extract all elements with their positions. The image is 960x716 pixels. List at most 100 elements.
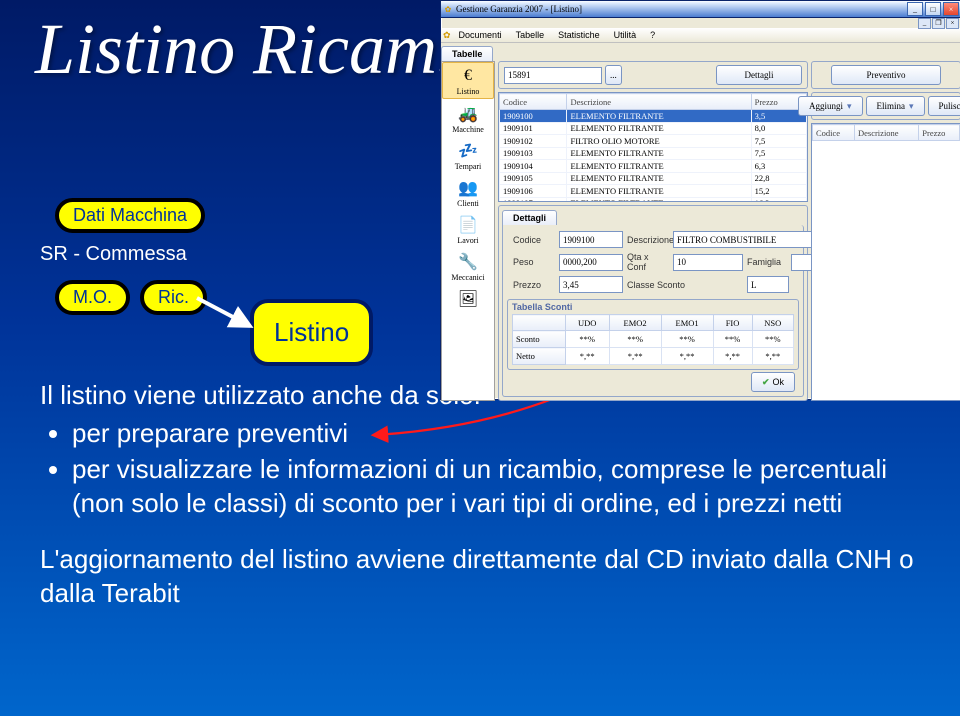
box-listino: Listino	[250, 299, 373, 366]
bullet-2: per visualizzare le informazioni di un r…	[72, 452, 940, 520]
mdi-min-button[interactable]: _	[918, 18, 931, 29]
sconti-rowhdr: Sconto	[513, 331, 566, 348]
sidebar-icon: 📄	[455, 214, 481, 236]
sconti-grid: UDOEMO2EMO1FIONSOSconto**%**%**%**%**%Ne…	[508, 312, 798, 369]
sidebar-label: Macchine	[452, 125, 484, 134]
box-mo: M.O.	[55, 280, 130, 315]
sconti-col: EMO2	[609, 315, 661, 331]
box-dati-macchina: Dati Macchina	[55, 198, 205, 233]
search-input[interactable]	[504, 67, 602, 84]
menu-documenti[interactable]: Documenti	[453, 30, 508, 40]
col-header[interactable]: Descrizione	[854, 125, 918, 141]
preventivo-grid[interactable]: CodiceDescrizionePrezzo	[811, 123, 960, 401]
tabella-sconti-title: Tabella Sconti	[508, 300, 798, 312]
col-header[interactable]: Descrizione	[567, 94, 751, 110]
lab-descr: Descrizione	[627, 235, 669, 245]
check-icon: ✔	[762, 377, 770, 388]
sidebar-icon: 💤	[455, 140, 481, 162]
inp-qta[interactable]	[673, 254, 743, 271]
label-sr-commessa: SR - Commessa	[40, 243, 187, 266]
inp-prezzo[interactable]	[559, 276, 623, 293]
menu-help[interactable]: ?	[644, 30, 661, 40]
sidebar-label: Lavori	[457, 236, 478, 245]
table-row[interactable]: 1909100ELEMENTO FILTRANTE3,5	[500, 110, 807, 123]
bullet-1: per preparare preventivi	[72, 416, 940, 450]
sidebar-icon: €	[455, 65, 481, 87]
titlebar: ✿ Gestione Garanzia 2007 - [Listino] _ □…	[441, 1, 960, 18]
slide-title: Listino Ricambi	[35, 8, 493, 91]
preventivo-button[interactable]: Preventivo	[831, 65, 941, 85]
aggiungi-label: Aggiungi	[809, 101, 843, 111]
minimize-button[interactable]: _	[907, 2, 923, 16]
col-header[interactable]: Prezzo	[919, 125, 960, 141]
lab-prezzo: Prezzo	[513, 280, 555, 290]
inp-classe[interactable]	[747, 276, 789, 293]
sidebar: €Listino🚜Macchine💤Tempari👥Clienti📄Lavori…	[441, 61, 495, 401]
lab-codice: Codice	[513, 235, 555, 245]
menubar: ✿ Documenti Tabelle Statistiche Utilità …	[441, 28, 960, 43]
lab-peso: Peso	[513, 257, 555, 267]
sidebar-item-Listino[interactable]: €Listino	[442, 62, 494, 99]
sidebar-item-Macchine[interactable]: 🚜Macchine	[443, 101, 493, 136]
sidebar-item-Meccanici[interactable]: 🔧Meccanici	[443, 249, 493, 284]
table-row[interactable]: 1909103ELEMENTO FILTRANTE7,5	[500, 147, 807, 160]
app-window: ✿ Gestione Garanzia 2007 - [Listino] _ □…	[440, 0, 960, 400]
sconti-col: NSO	[752, 315, 793, 331]
ok-button[interactable]: ✔Ok	[751, 372, 795, 392]
menu-tabelle[interactable]: Tabelle	[510, 30, 551, 40]
sconti-rowhdr: Netto	[513, 348, 566, 365]
lab-qta: Qta x Conf	[627, 252, 669, 272]
search-expand-button[interactable]: ...	[605, 65, 622, 85]
sconti-col: FIO	[713, 315, 752, 331]
sconti-col	[513, 315, 566, 331]
lab-classe: Classe Sconto	[627, 280, 743, 290]
col-header[interactable]: Codice	[813, 125, 855, 141]
menu-utilita[interactable]: Utilità	[608, 30, 643, 40]
dettagli-button[interactable]: Dettagli	[716, 65, 802, 85]
aggiungi-button[interactable]: Aggiungi▾	[798, 96, 863, 116]
sidebar-label: Listino	[457, 87, 480, 96]
sconti-row: Netto*,***,***,***,***,**	[513, 348, 794, 365]
col-header[interactable]: Codice	[500, 94, 567, 110]
table-row[interactable]: 1909101ELEMENTO FILTRANTE8,0	[500, 122, 807, 135]
bullet-list: per preparare preventivi per visualizzar…	[40, 416, 940, 520]
chevron-down-icon: ▾	[909, 101, 914, 112]
footer-text: L'aggiornamento del listino avviene dire…	[40, 542, 940, 610]
sidebar-label: Tempari	[455, 162, 482, 171]
sidebar-label: Clienti	[457, 199, 479, 208]
sidebar-label: Meccanici	[451, 273, 484, 282]
tab-tabelle[interactable]: Tabelle	[441, 46, 493, 61]
sidebar-icon: 🚜	[455, 103, 481, 125]
menu-statistiche[interactable]: Statistiche	[552, 30, 606, 40]
elimina-label: Elimina	[877, 101, 906, 111]
lab-fam: Famiglia	[747, 257, 787, 267]
sidebar-icon: 👥	[455, 177, 481, 199]
main-grid[interactable]: CodiceDescrizionePrezzo1909100ELEMENTO F…	[498, 92, 808, 202]
maximize-button[interactable]: □	[925, 2, 941, 16]
sidebar-item-Clienti[interactable]: 👥Clienti	[443, 175, 493, 210]
close-button[interactable]: ×	[943, 2, 959, 16]
sidebar-icon: 🖼	[455, 288, 481, 310]
inp-peso[interactable]	[559, 254, 623, 271]
mdi-restore-button[interactable]: ❐	[932, 18, 945, 29]
ok-label: Ok	[772, 377, 784, 387]
sidebar-icon: 🔧	[455, 251, 481, 273]
pulisci-button[interactable]: Pulisci	[928, 96, 960, 116]
elimina-button[interactable]: Elimina▾	[866, 96, 925, 116]
table-row[interactable]: 1909104ELEMENTO FILTRANTE6,3	[500, 160, 807, 173]
mdi-close-button[interactable]: ×	[946, 18, 959, 29]
box-ric: Ric.	[140, 280, 207, 315]
table-row[interactable]: 1909107ELEMENTO FILTRANTE16,3	[500, 197, 807, 202]
sidebar-item-img[interactable]: 🖼	[443, 286, 493, 312]
sconti-col: EMO1	[661, 315, 713, 331]
menu-app-icon: ✿	[443, 30, 451, 41]
app-icon: ✿	[443, 4, 453, 14]
table-row[interactable]: 1909102FILTRO OLIO MOTORE7,5	[500, 135, 807, 148]
tab-dettagli[interactable]: Dettagli	[502, 210, 557, 225]
sidebar-item-Tempari[interactable]: 💤Tempari	[443, 138, 493, 173]
inp-codice[interactable]	[559, 231, 623, 248]
sidebar-item-Lavori[interactable]: 📄Lavori	[443, 212, 493, 247]
table-row[interactable]: 1909106ELEMENTO FILTRANTE15,2	[500, 185, 807, 198]
sconti-row: Sconto**%**%**%**%**%	[513, 331, 794, 348]
table-row[interactable]: 1909105ELEMENTO FILTRANTE22,8	[500, 172, 807, 185]
